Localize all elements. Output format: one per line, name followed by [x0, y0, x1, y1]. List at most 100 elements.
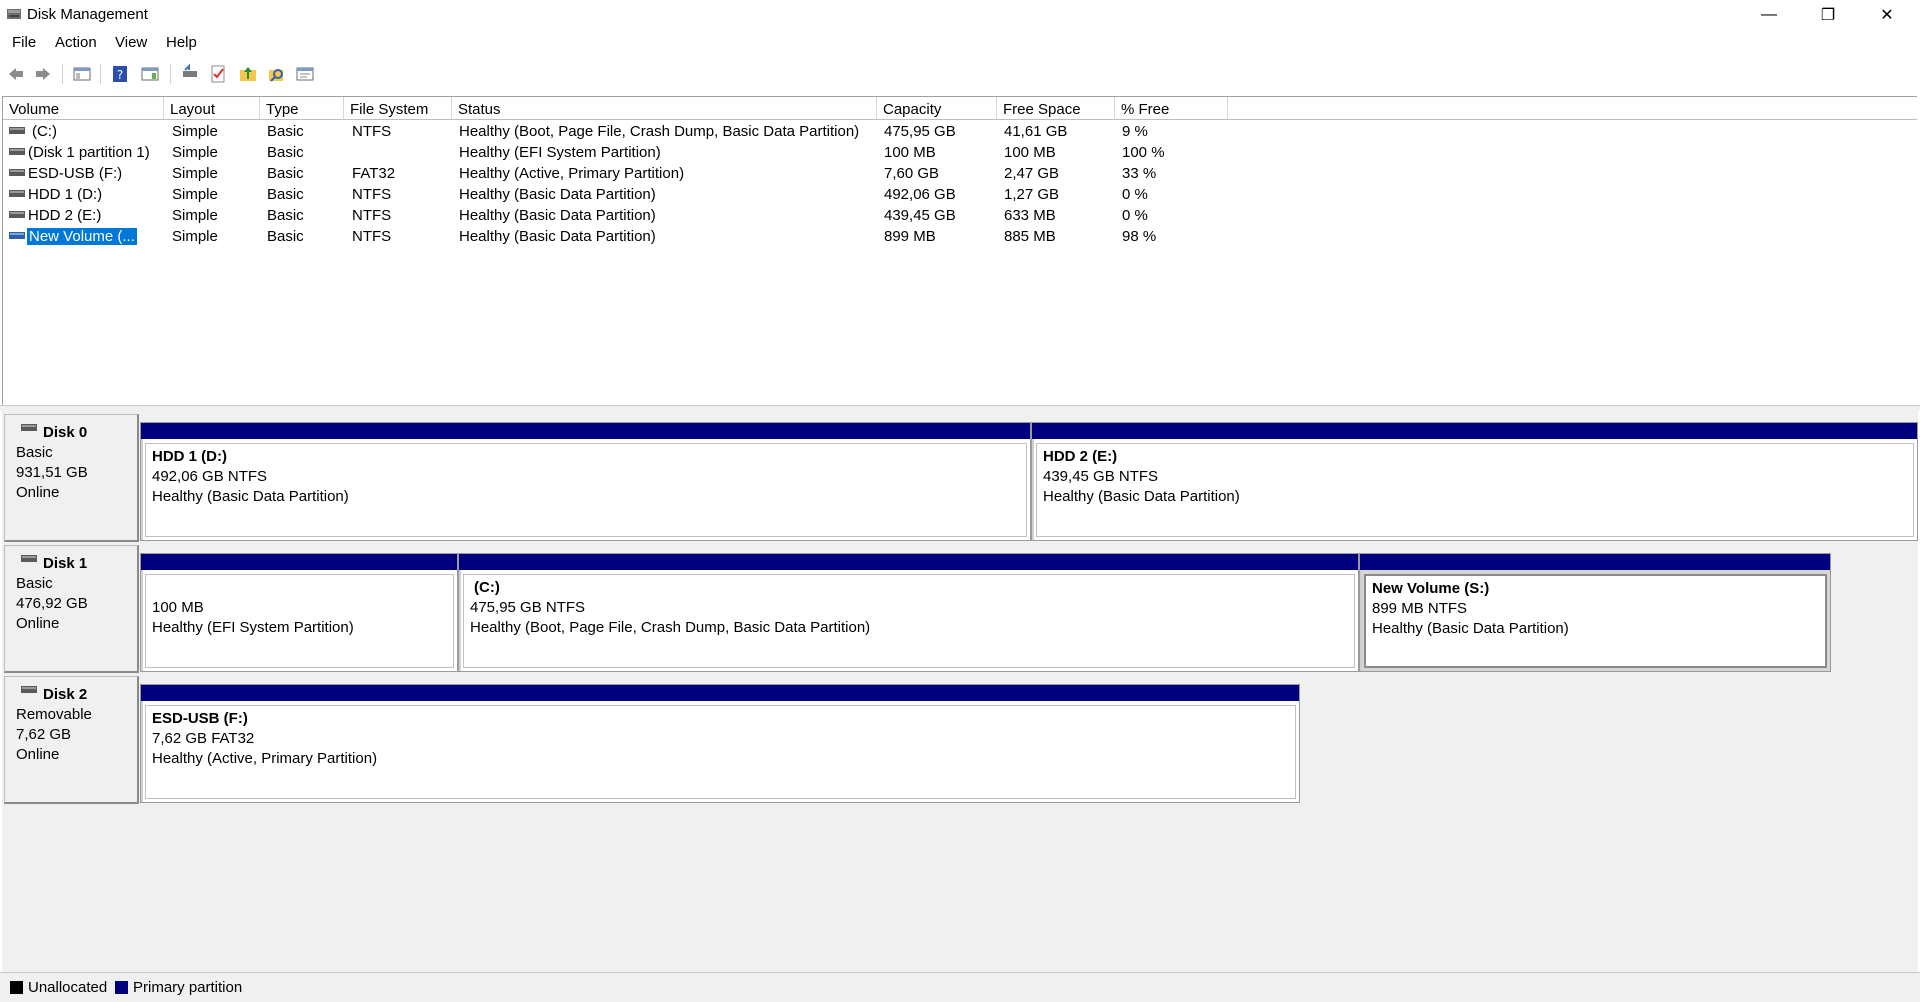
column-header-percent-free[interactable]: % Free [1115, 97, 1228, 120]
volume-status: Healthy (Basic Data Partition) [459, 228, 656, 245]
column-header-volume[interactable]: Volume [3, 97, 164, 120]
volume-capacity: 492,06 GB [884, 186, 956, 203]
table-row[interactable]: HDD 1 (D:) Simple Basic NTFS Healthy (Ba… [3, 184, 1917, 205]
volume-file-system: FAT32 [352, 165, 396, 182]
column-header-type[interactable]: Type [260, 97, 344, 120]
properties-icon[interactable] [295, 64, 315, 84]
volume-status: Healthy (Basic Data Partition) [459, 207, 656, 224]
maximize-button[interactable]: ❐ [1799, 0, 1857, 30]
show-hide-icon[interactable] [140, 64, 160, 84]
check-icon[interactable] [208, 64, 228, 84]
search-icon[interactable] [267, 64, 287, 84]
primary-partition-bar [459, 554, 1358, 570]
volume-name: (Disk 1 partition 1) [28, 144, 150, 161]
partition-hdd1[interactable]: HDD 1 (D:) 492,06 GB NTFS Healthy (Basic… [140, 422, 1031, 541]
table-row-selected[interactable]: New Volume (... Simple Basic NTFS Health… [3, 226, 1917, 247]
console-tree-icon[interactable] [72, 64, 92, 84]
disk-name: Disk 1 [43, 555, 88, 572]
menu-bar: File Action View Help [0, 31, 1920, 55]
disk-2-label[interactable]: Disk 2 Removable 7,62 GB Online [4, 676, 139, 804]
volume-capacity: 100 MB [884, 144, 936, 161]
column-header-capacity[interactable]: Capacity [877, 97, 997, 120]
partition-esd-usb[interactable]: ESD-USB (F:) 7,62 GB FAT32 Healthy (Acti… [140, 684, 1300, 803]
column-header-filler [1228, 97, 1917, 120]
disk-type: Basic [16, 444, 53, 461]
partition-hdd2[interactable]: HDD 2 (E:) 439,45 GB NTFS Healthy (Basic… [1031, 422, 1918, 541]
partition-size: 7,62 GB FAT32 [152, 730, 255, 747]
volume-status: Healthy (EFI System Partition) [459, 144, 661, 161]
drive-icon [9, 232, 25, 239]
primary-partition-bar [1360, 554, 1830, 570]
disk-state: Online [16, 484, 60, 501]
volume-name: ESD-USB (F:) [28, 165, 123, 182]
volume-type: Basic [267, 228, 304, 245]
window-title: Disk Management [27, 6, 148, 23]
volume-percent-free: 0 % [1122, 207, 1148, 224]
volume-capacity: 7,60 GB [884, 165, 940, 182]
partition-status: Healthy (EFI System Partition) [152, 619, 354, 636]
primary-partition-swatch [115, 981, 128, 994]
volume-name: New Volume (... [26, 227, 138, 246]
partition-body: 100 MB Healthy (EFI System Partition) [145, 574, 454, 668]
partition-body: New Volume (S:) 899 MB NTFS Healthy (Bas… [1364, 574, 1827, 668]
help-icon[interactable]: ? [110, 64, 130, 84]
partition-size: 475,95 GB NTFS [470, 599, 586, 616]
volume-status: Healthy (Basic Data Partition) [459, 186, 656, 203]
volume-percent-free: 100 % [1122, 144, 1165, 161]
table-row[interactable]: HDD 2 (E:) Simple Basic NTFS Healthy (Ba… [3, 205, 1917, 226]
volume-type: Basic [267, 207, 304, 224]
partition-efi[interactable]: 100 MB Healthy (EFI System Partition) [140, 553, 458, 672]
minimize-icon: — [1761, 6, 1777, 23]
disk-state: Online [16, 746, 60, 763]
toolbar-separator [100, 64, 101, 84]
forward-icon[interactable] [33, 64, 53, 84]
primary-partition-bar [141, 554, 457, 570]
menu-help[interactable]: Help [166, 34, 197, 51]
volume-layout: Simple [172, 123, 218, 140]
drive-icon [9, 169, 25, 176]
partition-body: (C:) 475,95 GB NTFS Healthy (Boot, Page … [463, 574, 1355, 668]
menu-action[interactable]: Action [55, 34, 97, 51]
volume-status: Healthy (Boot, Page File, Crash Dump, Ba… [459, 123, 860, 140]
volume-name: HDD 2 (E:) [28, 207, 102, 224]
volume-free-space: 1,27 GB [1004, 186, 1060, 203]
partition-size: 100 MB [152, 599, 204, 616]
partition-status: Healthy (Basic Data Partition) [152, 488, 349, 505]
unallocated-swatch [10, 981, 23, 994]
disk-1-label[interactable]: Disk 1 Basic 476,92 GB Online [4, 545, 139, 673]
disk-0-label[interactable]: Disk 0 Basic 931,51 GB Online [4, 414, 139, 542]
volume-free-space: 2,47 GB [1004, 165, 1060, 182]
partition-c[interactable]: (C:) 475,95 GB NTFS Healthy (Boot, Page … [458, 553, 1359, 672]
menu-file[interactable]: File [12, 34, 36, 51]
menu-view[interactable]: View [115, 34, 147, 51]
back-icon[interactable] [6, 64, 26, 84]
column-header-free-space[interactable]: Free Space [997, 97, 1115, 120]
volume-capacity: 439,45 GB [884, 207, 956, 224]
column-header-file-system[interactable]: File System [344, 97, 452, 120]
close-button[interactable]: ✕ [1858, 0, 1916, 30]
volume-type: Basic [267, 144, 304, 161]
table-row[interactable]: (C:) Simple Basic NTFS Healthy (Boot, Pa… [3, 121, 1917, 142]
volume-type: Basic [267, 186, 304, 203]
volume-free-space: 100 MB [1004, 144, 1056, 161]
column-header-status[interactable]: Status [452, 97, 877, 120]
volume-file-system: NTFS [352, 123, 392, 140]
svg-text:?: ? [117, 68, 123, 82]
volume-layout: Simple [172, 207, 218, 224]
partition-title: HDD 2 (E:) [1043, 448, 1118, 465]
column-header-layout[interactable]: Layout [164, 97, 260, 120]
partition-new-volume-selected[interactable]: New Volume (S:) 899 MB NTFS Healthy (Bas… [1359, 553, 1831, 672]
disk-icon [21, 424, 37, 431]
minimize-button[interactable]: — [1740, 0, 1798, 30]
table-row[interactable]: (Disk 1 partition 1) Simple Basic Health… [3, 142, 1917, 163]
volume-percent-free: 98 % [1122, 228, 1157, 245]
disk-name: Disk 2 [43, 686, 88, 703]
volume-capacity: 475,95 GB [884, 123, 956, 140]
volume-percent-free: 9 % [1122, 123, 1148, 140]
connect-disk-icon[interactable] [180, 64, 200, 84]
table-row[interactable]: ESD-USB (F:) Simple Basic FAT32 Healthy … [3, 163, 1917, 184]
close-icon: ✕ [1880, 7, 1894, 24]
up-folder-icon[interactable] [238, 64, 258, 84]
drive-icon [9, 127, 25, 134]
volume-list[interactable]: Volume Layout Type File System Status Ca… [2, 96, 1917, 407]
